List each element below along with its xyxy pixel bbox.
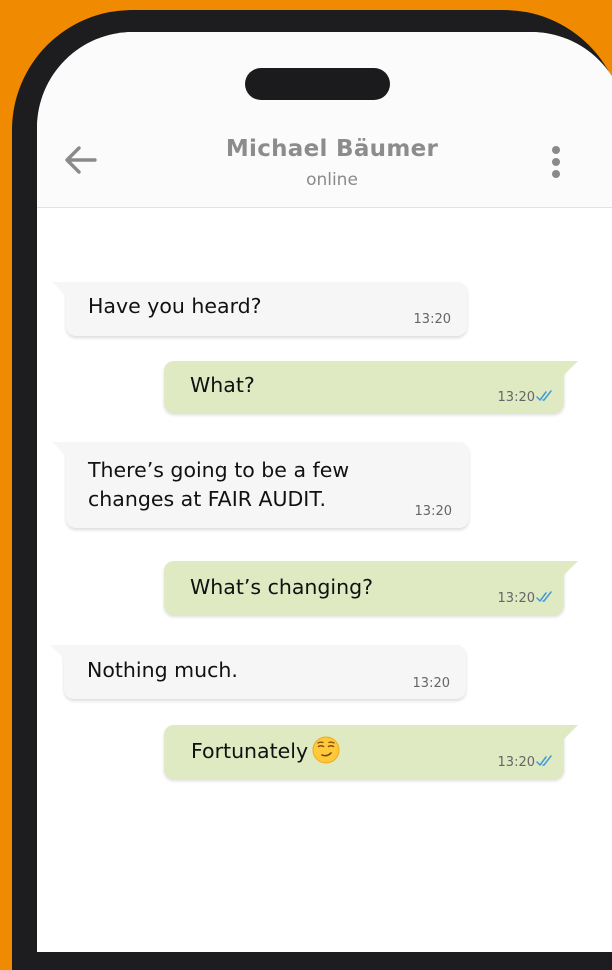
message-time: 13:20: [414, 504, 452, 519]
message-line: changes at FAIR AUDIT.: [88, 487, 326, 511]
message-line: There’s going to be a few: [88, 458, 350, 482]
message-outgoing: Fortunately 13:20: [164, 725, 578, 779]
message-text: Fortunately: [191, 736, 340, 766]
message-time: 13:20: [498, 591, 554, 606]
message-time: 13:20: [498, 755, 554, 770]
contact-status: online: [306, 170, 358, 190]
read-check-icon: [536, 390, 552, 401]
read-check-icon: [536, 591, 552, 602]
message-text: What’s changing?: [190, 575, 373, 599]
more-options-icon[interactable]: [546, 146, 566, 178]
chat-header: Michael Bäumer online: [37, 32, 612, 208]
read-check-icon: [536, 755, 552, 766]
message-time: 13:20: [498, 390, 554, 405]
smirking-face-icon: [312, 736, 340, 764]
contact-name: Michael Bäumer: [225, 136, 439, 162]
message-outgoing: What’s changing? 13:20: [164, 561, 578, 615]
message-text: There’s going to be a few changes at FAI…: [88, 456, 349, 514]
message-incoming: Have you heard? 13:20: [52, 282, 467, 336]
chat-screen: Michael Bäumer online Have you heard? 13…: [37, 32, 612, 952]
message-text: What?: [190, 373, 255, 397]
message-text: Have you heard?: [88, 294, 262, 318]
message-outgoing: What? 13:20: [164, 361, 578, 413]
message-incoming: Nothing much. 13:20: [50, 645, 466, 699]
phone-notch: [245, 68, 390, 100]
message-time: 13:20: [412, 676, 450, 691]
message-incoming: There’s going to be a few changes at FAI…: [52, 442, 469, 528]
message-text: Nothing much.: [87, 658, 238, 682]
message-time: 13:20: [413, 312, 451, 327]
